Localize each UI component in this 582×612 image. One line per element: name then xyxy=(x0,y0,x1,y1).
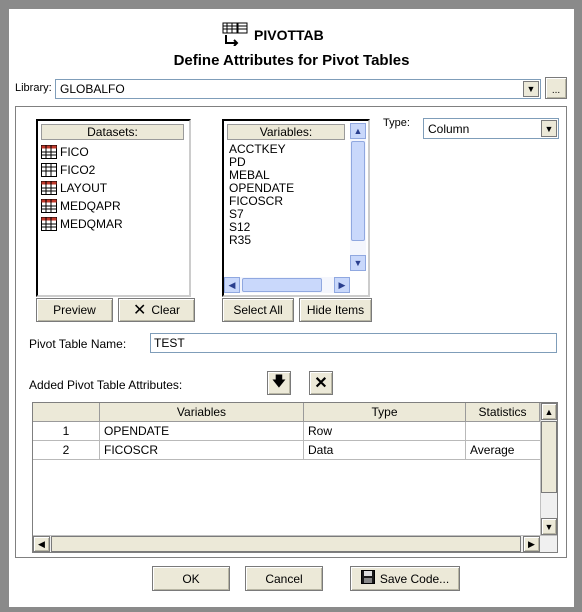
dialog-subtitle: Define Attributes for Pivot Tables xyxy=(173,52,410,69)
type-select[interactable]: Column ▼ xyxy=(423,118,559,139)
variables-list[interactable]: Variables: ACCTKEY PD MEBAL OPENDATE FIC… xyxy=(222,119,370,297)
col-header-type: Type xyxy=(304,403,466,422)
table-icon xyxy=(41,199,57,213)
variables-items: ACCTKEY PD MEBAL OPENDATE FICOSCR S7 S12… xyxy=(229,143,294,247)
remove-attribute-button[interactable]: ✕ xyxy=(309,371,333,395)
x-icon: ✕ xyxy=(132,302,147,319)
row-number: 1 xyxy=(33,422,100,440)
table-icon xyxy=(41,217,57,231)
datasets-list[interactable]: Datasets: FICO FICO2 LAYOUT MEDQAPR MEDQ… xyxy=(36,119,191,297)
library-browse-button[interactable]: ... xyxy=(545,77,567,99)
scroll-down-button[interactable]: ▼ xyxy=(350,255,366,271)
attributes-grid[interactable]: Variables Type Statistics 1 OPENDATE Row… xyxy=(32,402,558,553)
move-down-button[interactable]: 🡇 xyxy=(267,371,291,395)
x-icon: ✕ xyxy=(314,375,328,392)
datasets-header: Datasets: xyxy=(41,124,184,140)
table-row[interactable]: 2 FICOSCR Data Average xyxy=(33,441,540,460)
chevron-down-icon: ▼ xyxy=(544,123,554,134)
preview-button[interactable]: Preview xyxy=(36,298,113,322)
pivot-name-input[interactable]: TEST xyxy=(150,333,557,353)
app-title: PIVOTTAB xyxy=(254,27,324,43)
hscroll-thumb[interactable] xyxy=(242,278,322,292)
dataset-item[interactable]: FICO xyxy=(41,143,123,161)
hscroll-thumb[interactable] xyxy=(51,536,521,552)
grid-rows: 1 OPENDATE Row 2 FICOSCR Data Average xyxy=(33,422,540,460)
cell-type[interactable]: Data xyxy=(304,441,466,459)
scroll-right-button[interactable]: ▶ xyxy=(523,536,540,552)
cell-statistics[interactable] xyxy=(466,422,540,440)
table-row[interactable]: 1 OPENDATE Row xyxy=(33,422,540,441)
variable-item[interactable]: R35 xyxy=(229,234,294,247)
variables-header: Variables: xyxy=(227,124,345,140)
chevron-down-icon: ▼ xyxy=(526,84,536,94)
scroll-up-button[interactable]: ▲ xyxy=(541,403,557,420)
col-header-variables: Variables xyxy=(100,403,304,422)
cell-type[interactable]: Row xyxy=(304,422,466,440)
save-code-button[interactable]: Save Code... xyxy=(350,566,460,591)
scroll-right-button[interactable]: ▶ xyxy=(334,277,350,293)
arrow-down-icon: 🡇 xyxy=(271,373,287,389)
attributes-label: Added Pivot Table Attributes: xyxy=(29,378,183,392)
hide-items-button[interactable]: Hide Items xyxy=(299,298,372,322)
cell-variable[interactable]: FICOSCR xyxy=(100,441,304,459)
cell-statistics[interactable]: Average xyxy=(466,441,540,459)
variables-hscrollbar[interactable]: ◀ ▶ xyxy=(224,277,350,293)
datasets-items: FICO FICO2 LAYOUT MEDQAPR MEDQMAR xyxy=(41,143,123,233)
grid-hscrollbar[interactable]: ◀ ▶ xyxy=(33,535,557,552)
table-icon xyxy=(41,181,57,195)
grid-vscrollbar[interactable]: ▲ ▼ xyxy=(540,403,557,536)
scroll-down-button[interactable]: ▼ xyxy=(541,518,557,535)
library-value: GLOBALFO xyxy=(60,82,125,96)
pivottab-window: PIVOTTAB Define Attributes for Pivot Tab… xyxy=(9,9,574,607)
library-select[interactable]: GLOBALFO ▼ xyxy=(55,79,541,99)
library-dropdown-button[interactable]: ▼ xyxy=(523,81,539,97)
floppy-disk-icon xyxy=(360,570,375,587)
ok-button[interactable]: OK xyxy=(152,566,230,591)
type-dropdown-button[interactable]: ▼ xyxy=(541,120,557,137)
dataset-item[interactable]: LAYOUT xyxy=(41,179,123,197)
scroll-thumb[interactable] xyxy=(351,141,365,241)
scroll-up-button[interactable]: ▲ xyxy=(350,123,366,139)
pivot-name-label: Pivot Table Name: xyxy=(29,337,127,351)
variables-vscrollbar[interactable]: ▲ ▼ xyxy=(350,123,366,271)
scroll-left-button[interactable]: ◀ xyxy=(33,536,50,552)
cancel-button[interactable]: Cancel xyxy=(245,566,323,591)
pivot-table-icon xyxy=(41,163,57,177)
col-header-statistics: Statistics xyxy=(466,403,540,422)
dataset-item[interactable]: MEDQMAR xyxy=(41,215,123,233)
library-label: Library: xyxy=(15,82,52,94)
pivottab-logo-icon xyxy=(222,22,248,47)
type-label: Type: xyxy=(383,117,410,129)
scroll-thumb[interactable] xyxy=(541,421,557,493)
scroll-left-button[interactable]: ◀ xyxy=(224,277,240,293)
cell-variable[interactable]: OPENDATE xyxy=(100,422,304,440)
table-icon xyxy=(41,145,57,159)
clear-button[interactable]: ✕ Clear xyxy=(118,298,195,322)
dataset-item[interactable]: MEDQAPR xyxy=(41,197,123,215)
grid-corner xyxy=(33,403,100,422)
row-number: 2 xyxy=(33,441,100,459)
dataset-item[interactable]: FICO2 xyxy=(41,161,123,179)
grid-header: Variables Type Statistics xyxy=(33,403,540,422)
type-value: Column xyxy=(428,122,470,136)
select-all-button[interactable]: Select All xyxy=(222,298,294,322)
